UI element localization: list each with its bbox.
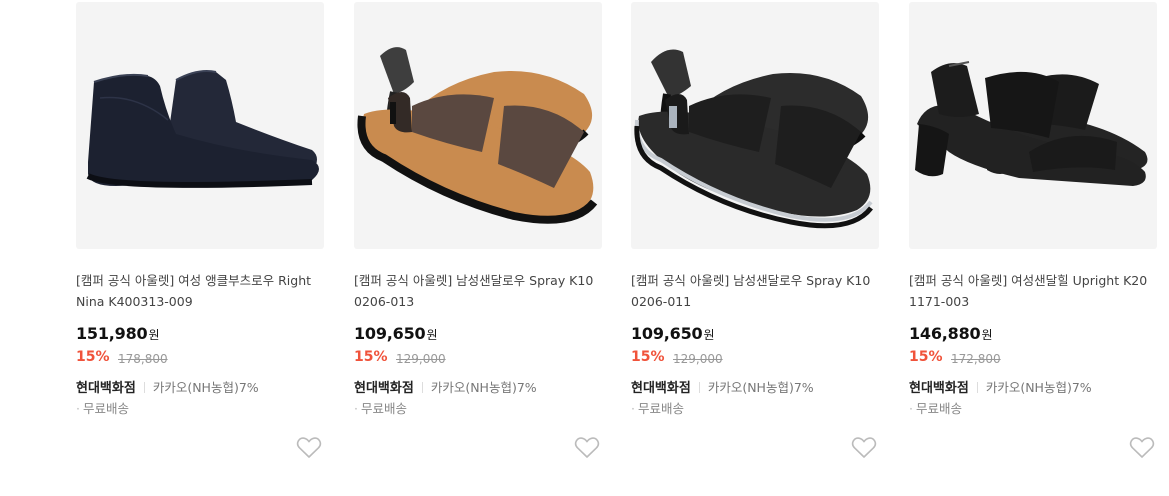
wishlist-button[interactable] bbox=[574, 436, 600, 460]
heeled-sandal-image bbox=[915, 61, 1148, 186]
product-title[interactable]: [캠퍼 공식 아울렛] 여성샌달힐 Upright K201171-003 bbox=[909, 270, 1155, 312]
sale-price: 151,980원 bbox=[76, 324, 160, 343]
seller-row: 현대백화점 카카오(NH농협)7% bbox=[631, 377, 814, 396]
product-title[interactable]: [캠퍼 공식 아울렛] 여성 앵클부츠로우 Right Nina K400313… bbox=[76, 270, 322, 312]
card-promo: 카카오(NH농협)7% bbox=[152, 380, 259, 395]
discount-rate: 15% bbox=[909, 349, 943, 365]
shipping-info: · 무료배송 bbox=[354, 398, 407, 417]
product-image[interactable] bbox=[909, 2, 1157, 249]
discount-rate: 15% bbox=[76, 349, 110, 365]
wishlist-button[interactable] bbox=[1129, 436, 1155, 460]
product-grid: [캠퍼 공식 아울렛] 여성 앵클부츠로우 Right Nina K400313… bbox=[0, 0, 1169, 496]
product-card[interactable]: [캠퍼 공식 아울렛] 남성샌달로우 Spray K100206-011 109… bbox=[631, 0, 879, 496]
dot-icon: · bbox=[354, 401, 358, 416]
sandal-image bbox=[357, 47, 598, 224]
heart-outline-icon bbox=[851, 437, 877, 458]
divider bbox=[421, 382, 423, 393]
sale-price: 109,650원 bbox=[354, 324, 438, 343]
dot-icon: · bbox=[76, 401, 80, 416]
original-price: 129,000 bbox=[673, 352, 723, 366]
product-card[interactable]: [캠퍼 공식 아울렛] 여성샌달힐 Upright K201171-003 14… bbox=[909, 0, 1157, 496]
currency-label: 원 bbox=[981, 328, 993, 342]
dot-icon: · bbox=[909, 401, 913, 416]
heart-outline-icon bbox=[574, 437, 600, 458]
sale-price: 109,650원 bbox=[631, 324, 715, 343]
product-image[interactable] bbox=[631, 2, 879, 249]
seller-row: 현대백화점 카카오(NH농협)7% bbox=[76, 377, 259, 396]
price-value: 109,650 bbox=[631, 324, 703, 343]
original-price: 178,800 bbox=[118, 352, 168, 366]
shipping-label: 무료배송 bbox=[637, 401, 684, 416]
sandal-image bbox=[634, 49, 873, 229]
product-title[interactable]: [캠퍼 공식 아울렛] 남성샌달로우 Spray K100206-013 bbox=[354, 270, 600, 312]
wishlist-button[interactable] bbox=[851, 436, 877, 460]
heart-outline-icon bbox=[296, 437, 322, 458]
original-price: 172,800 bbox=[951, 352, 1001, 366]
shipping-info: · 무료배송 bbox=[631, 398, 684, 417]
price-value: 151,980 bbox=[76, 324, 148, 343]
product-image[interactable] bbox=[76, 2, 324, 249]
product-card[interactable]: [캠퍼 공식 아울렛] 남성샌달로우 Spray K100206-013 109… bbox=[354, 0, 602, 496]
wishlist-button[interactable] bbox=[296, 436, 322, 460]
sale-price: 146,880원 bbox=[909, 324, 993, 343]
discount-rate: 15% bbox=[631, 349, 665, 365]
price-value: 146,880 bbox=[909, 324, 981, 343]
product-image[interactable] bbox=[354, 2, 602, 249]
card-promo: 카카오(NH농협)7% bbox=[985, 380, 1092, 395]
divider bbox=[698, 382, 700, 393]
shipping-info: · 무료배송 bbox=[76, 398, 129, 417]
shipping-label: 무료배송 bbox=[82, 401, 129, 416]
currency-label: 원 bbox=[426, 328, 438, 342]
price-value: 109,650 bbox=[354, 324, 426, 343]
heart-outline-icon bbox=[1129, 437, 1155, 458]
card-promo: 카카오(NH농협)7% bbox=[707, 380, 814, 395]
seller-row: 현대백화점 카카오(NH농협)7% bbox=[909, 377, 1092, 396]
original-price: 129,000 bbox=[396, 352, 446, 366]
currency-label: 원 bbox=[148, 328, 160, 342]
ankle-boot-image bbox=[86, 70, 319, 188]
divider bbox=[976, 382, 978, 393]
seller-name[interactable]: 현대백화점 bbox=[76, 381, 136, 396]
dot-icon: · bbox=[631, 401, 635, 416]
shipping-label: 무료배송 bbox=[915, 401, 962, 416]
divider bbox=[143, 382, 145, 393]
product-card[interactable]: [캠퍼 공식 아울렛] 여성 앵클부츠로우 Right Nina K400313… bbox=[76, 0, 324, 496]
seller-name[interactable]: 현대백화점 bbox=[631, 381, 691, 396]
currency-label: 원 bbox=[703, 328, 715, 342]
product-title[interactable]: [캠퍼 공식 아울렛] 남성샌달로우 Spray K100206-011 bbox=[631, 270, 877, 312]
card-promo: 카카오(NH농협)7% bbox=[430, 380, 537, 395]
discount-rate: 15% bbox=[354, 349, 388, 365]
seller-name[interactable]: 현대백화점 bbox=[909, 381, 969, 396]
seller-row: 현대백화점 카카오(NH농협)7% bbox=[354, 377, 537, 396]
shipping-info: · 무료배송 bbox=[909, 398, 962, 417]
shipping-label: 무료배송 bbox=[360, 401, 407, 416]
seller-name[interactable]: 현대백화점 bbox=[354, 381, 414, 396]
